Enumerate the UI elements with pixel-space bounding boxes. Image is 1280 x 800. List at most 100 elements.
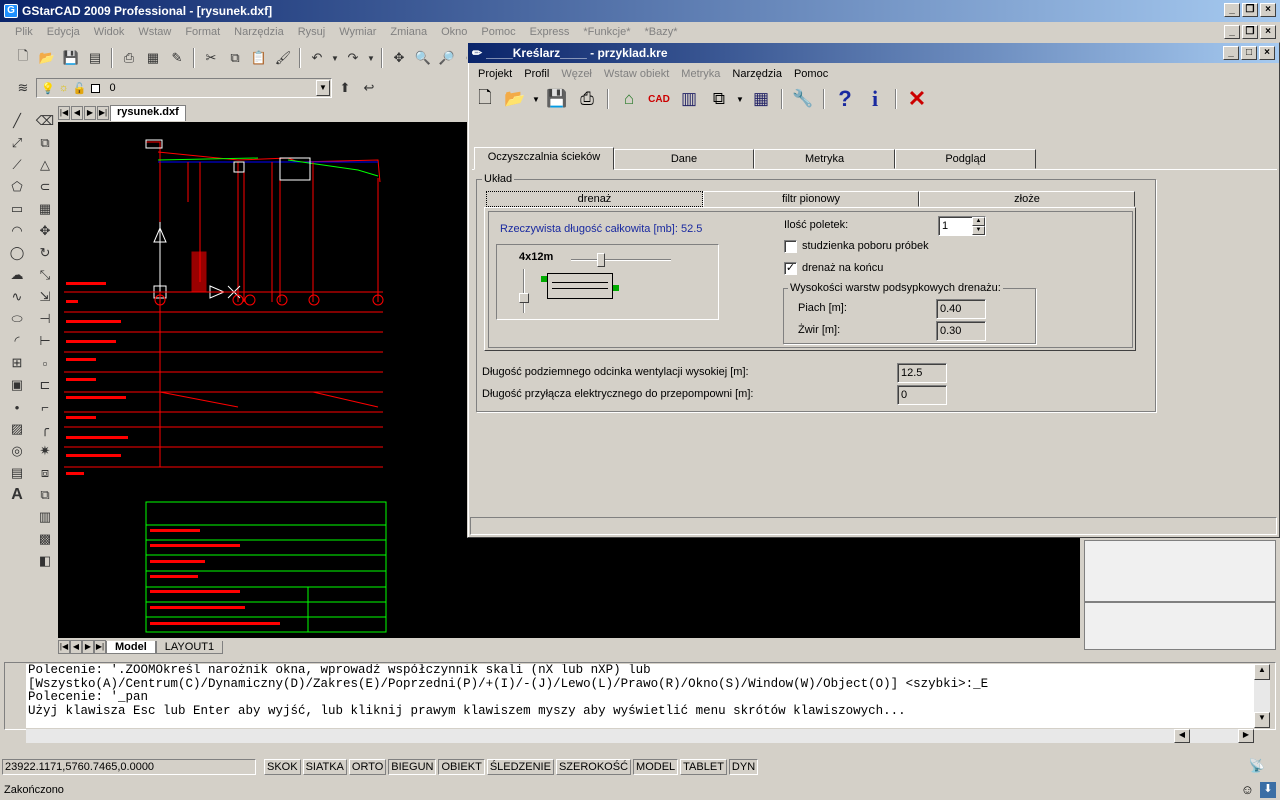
save-project-icon[interactable]: 💾 <box>544 86 570 112</box>
scale-icon[interactable]: ⤡ <box>32 264 58 286</box>
insert-block-icon[interactable]: ⊞ <box>4 352 30 374</box>
make-current-layer-icon[interactable]: ⬆ <box>334 77 356 99</box>
group-icon[interactable]: ▥ <box>32 506 58 528</box>
undo-icon[interactable]: ↶ <box>306 47 328 69</box>
scroll-left-icon[interactable]: ◀ <box>1174 729 1190 743</box>
explode-icon[interactable]: ✷ <box>32 440 58 462</box>
draworder-icon[interactable]: ⧉ <box>32 484 58 506</box>
toggle-siatka[interactable]: SIATKA <box>302 759 347 775</box>
copy-icon[interactable]: ⧉ <box>224 47 246 69</box>
rectangle-icon[interactable]: ▭ <box>4 198 30 220</box>
properties-icon[interactable]: ⧈ <box>32 462 58 484</box>
spin-down-icon[interactable]: ▼ <box>972 226 985 235</box>
toggle-dyn[interactable]: DYN <box>728 759 759 775</box>
open-dropdown-icon[interactable]: ▼ <box>532 86 540 112</box>
extend-icon[interactable]: ⊢ <box>32 330 58 352</box>
info-icon[interactable]: i <box>862 86 888 112</box>
polyline-icon[interactable]: ⟋ <box>4 154 30 176</box>
menu-express[interactable]: Express <box>523 26 577 38</box>
command-history[interactable]: Polecenie: '.ZOOMOkreśl narożnik okna, w… <box>26 664 1254 728</box>
kmenu-projekt[interactable]: Projekt <box>472 68 518 80</box>
table-icon[interactable]: ▤ <box>4 462 30 484</box>
undo-dropdown-icon[interactable]: ▼ <box>330 47 340 69</box>
new-file-icon[interactable]: 🗋 <box>12 47 34 69</box>
doc-close-icon[interactable]: × <box>1260 25 1276 39</box>
print-project-icon[interactable]: ⎙ <box>574 86 600 112</box>
redo-icon[interactable]: ↷ <box>342 47 364 69</box>
calculator-icon[interactable]: ▦ <box>748 86 774 112</box>
ellipse-icon[interactable]: ⬭ <box>4 308 30 330</box>
toggle-szerokosc[interactable]: SZEROKOŚĆ <box>555 759 632 775</box>
move-icon[interactable]: ✥ <box>32 220 58 242</box>
kmenu-wstaw-obiekt[interactable]: Wstaw obiekt <box>598 68 675 80</box>
layer-previous-icon[interactable]: ↩ <box>358 77 380 99</box>
offset-icon[interactable]: ⊂ <box>32 176 58 198</box>
ungroup-icon[interactable]: ▩ <box>32 528 58 550</box>
fillet-icon[interactable]: ╭ <box>32 418 58 440</box>
download-icon[interactable]: ⬇ <box>1260 782 1276 798</box>
print-icon[interactable]: ⎙ <box>118 47 140 69</box>
point-icon[interactable]: • <box>4 396 30 418</box>
toggle-sledzenie[interactable]: ŚLEDZENIE <box>486 759 554 775</box>
arc-icon[interactable]: ◠ <box>4 220 30 242</box>
first-layout-icon[interactable]: |◀ <box>58 640 70 654</box>
spline-icon[interactable]: ∿ <box>4 286 30 308</box>
ray-icon[interactable]: ⤢ <box>4 132 30 154</box>
tab-podglad[interactable]: Podgląd <box>895 149 1036 169</box>
menu-widok[interactable]: Widok <box>87 26 132 38</box>
sample-well-checkbox[interactable] <box>784 240 797 253</box>
wrench-icon[interactable]: 🔧 <box>790 86 816 112</box>
menu-pomoc[interactable]: Pomoc <box>474 26 522 38</box>
save-icon[interactable]: 💾 <box>60 47 82 69</box>
kreslarz-minimize-icon[interactable]: _ <box>1223 46 1239 60</box>
bar-chart-icon[interactable]: ▥ <box>676 86 702 112</box>
rotate-icon[interactable]: ↻ <box>32 242 58 264</box>
doc-restore-icon[interactable]: ❐ <box>1242 25 1258 39</box>
mtext-icon[interactable]: A <box>4 484 30 506</box>
last-layout-icon[interactable]: ▶| <box>94 640 106 654</box>
close-project-icon[interactable]: ✕ <box>904 86 930 112</box>
open-file-icon[interactable]: 📂 <box>36 47 58 69</box>
layer-dropdown[interactable]: 💡 ☼ 🔓 0 ▼ <box>36 78 332 98</box>
mirror-icon[interactable]: △ <box>32 154 58 176</box>
new-project-icon[interactable]: 🗋 <box>472 86 498 112</box>
kmenu-wezel[interactable]: Węzeł <box>555 68 598 80</box>
preview-icon[interactable]: ▦ <box>142 47 164 69</box>
copy-object-icon[interactable]: ⧉ <box>32 132 58 154</box>
zoom-realtime-icon[interactable]: 🔍 <box>412 47 434 69</box>
scroll-right-icon[interactable]: ▶ <box>1238 729 1254 743</box>
join-icon[interactable]: ⊏ <box>32 374 58 396</box>
subtab-filtr[interactable]: filtr pionowy <box>703 191 919 207</box>
tab-dane[interactable]: Dane <box>614 149 754 169</box>
next-doc-icon[interactable]: ▶ <box>84 106 96 120</box>
toggle-tablet[interactable]: TABLET <box>680 759 727 775</box>
region-icon[interactable]: ◎ <box>4 440 30 462</box>
restore-icon[interactable]: ❐ <box>1242 3 1258 17</box>
command-hscrollbar[interactable]: ◀ ▶ <box>26 729 1254 743</box>
menu-okno[interactable]: Okno <box>434 26 474 38</box>
face-icon[interactable]: ☺ <box>1241 782 1254 797</box>
drain-end-checkbox[interactable]: ✓ <box>784 262 797 275</box>
kmenu-pomoc[interactable]: Pomoc <box>788 68 834 80</box>
horizontal-slider-thumb[interactable] <box>597 253 605 267</box>
toggle-model[interactable]: MODEL <box>633 759 679 775</box>
chevron-down-icon[interactable]: ▼ <box>316 80 330 96</box>
toggle-orto[interactable]: ORTO <box>348 759 387 775</box>
tab-oczyszczalnia[interactable]: Oczyszczalnia ścieków <box>474 147 614 170</box>
break-icon[interactable]: ▫ <box>32 352 58 374</box>
menu-wymiar[interactable]: Wymiar <box>332 26 383 38</box>
match-properties-icon[interactable]: 🖌 <box>272 47 294 69</box>
zoom-window-icon[interactable]: 🔎 <box>436 47 458 69</box>
cad-icon[interactable]: CAD <box>646 86 672 112</box>
paste-icon[interactable]: 📋 <box>248 47 270 69</box>
kmenu-profil[interactable]: Profil <box>518 68 555 80</box>
elec-field[interactable]: 0 <box>897 385 947 405</box>
subtab-drenaz[interactable]: drenaż <box>486 191 703 207</box>
doc-tab-rysunek[interactable]: rysunek.dxf <box>110 105 186 121</box>
array-icon[interactable]: ▦ <box>32 198 58 220</box>
close-icon[interactable]: × <box>1260 3 1276 17</box>
chamfer-icon[interactable]: ⌐ <box>32 396 58 418</box>
erase-icon[interactable]: ⌫ <box>32 110 58 132</box>
copy-pages-icon[interactable]: ⧉ <box>706 86 732 112</box>
stretch-icon[interactable]: ⇲ <box>32 286 58 308</box>
